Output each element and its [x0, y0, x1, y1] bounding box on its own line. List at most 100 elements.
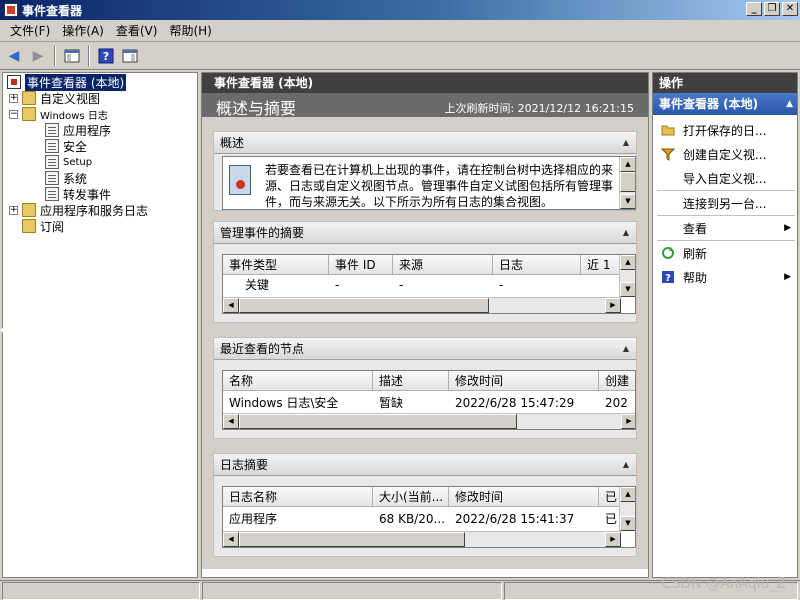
column-header[interactable]: 修改时间: [449, 487, 599, 507]
action-connect-another[interactable]: 连接到另一台...: [653, 192, 797, 214]
expand-icon[interactable]: +: [9, 205, 18, 215]
collapse-arrow-icon[interactable]: ▲: [786, 93, 793, 115]
scroll-down-icon[interactable]: ▼: [620, 194, 635, 209]
back-arrow-icon[interactable]: ◀: [4, 46, 24, 66]
table-row[interactable]: Windows 日志\安全 暂缺 2022/6/28 15:47:29 202: [223, 393, 635, 413]
column-header[interactable]: 创建: [599, 371, 635, 391]
tree-node-forwarded-events[interactable]: 转发事件: [45, 186, 111, 202]
scroll-thumb[interactable]: [239, 414, 517, 429]
menu-file[interactable]: 文件(F): [4, 22, 56, 39]
tree-node-custom-views[interactable]: + 自定义视图: [9, 90, 100, 106]
tree-node-system[interactable]: 系统: [45, 170, 87, 186]
table-row[interactable]: 应用程序 68 KB/20... 2022/6/28 15:41:37 已: [223, 509, 621, 529]
action-open-saved-log[interactable]: 打开保存的日...: [653, 119, 797, 141]
action-help[interactable]: ? 帮助 ▶: [653, 266, 797, 288]
column-header[interactable]: 近 1: [581, 255, 621, 275]
action-refresh[interactable]: 刷新: [653, 242, 797, 264]
window-controls: _ ❐ ✕: [746, 2, 798, 16]
column-header[interactable]: 日志: [493, 255, 581, 275]
scroll-right-icon[interactable]: ▶: [605, 298, 621, 313]
column-header[interactable]: 已: [599, 487, 621, 507]
restore-button[interactable]: ❐: [764, 2, 780, 16]
column-header[interactable]: 来源: [393, 255, 493, 275]
scroll-thumb[interactable]: [239, 532, 465, 547]
show-hide-tree-icon[interactable]: [62, 46, 82, 66]
tree-node-label: 订阅: [40, 219, 65, 234]
scroll-down-icon[interactable]: ▼: [620, 516, 635, 531]
scroll-thumb[interactable]: [239, 298, 489, 313]
event-log-icon: [229, 165, 251, 195]
scroll-thumb[interactable]: [620, 172, 635, 192]
minimize-button[interactable]: _: [746, 2, 762, 16]
column-header[interactable]: 大小(当前...: [373, 487, 449, 507]
center-subheader: 概述与摘要 上次刷新时间: 2021/12/12 16:21:15: [202, 93, 648, 118]
tree-node-label: 转发事件: [63, 187, 112, 202]
tree-node-label: 应用程序和服务日志: [40, 203, 149, 218]
actions-separator: [657, 240, 795, 241]
menu-help[interactable]: 帮助(H): [163, 22, 217, 39]
action-label: 刷新: [683, 246, 708, 261]
grid-header-row: 名称 描述 修改时间 创建: [223, 371, 635, 391]
vertical-scrollbar[interactable]: ▲ ▼: [619, 157, 635, 209]
horizontal-scrollbar[interactable]: ◀ ▶: [223, 297, 621, 313]
column-header[interactable]: 修改时间: [449, 371, 599, 391]
section-header[interactable]: 管理事件的摘要 ▲: [214, 222, 636, 244]
tree-node-root[interactable]: 事件查看器 (本地): [7, 73, 127, 91]
scroll-right-icon[interactable]: ▶: [621, 414, 635, 429]
action-label: 帮助: [683, 270, 708, 285]
admin-events-grid: 事件类型 事件 ID 来源 日志 近 1 关键 - - - ▲ ▼ ◀ ▶: [222, 254, 636, 314]
column-header[interactable]: 事件类型: [223, 255, 329, 275]
tree-node-subscriptions[interactable]: 订阅: [22, 218, 64, 234]
scroll-down-icon[interactable]: ▼: [620, 282, 635, 297]
table-cell: 202: [605, 396, 628, 410]
menu-bar: 文件(F) 操作(A) 查看(V) 帮助(H): [0, 20, 800, 42]
action-create-custom-view[interactable]: 创建自定义视...: [653, 143, 797, 165]
tree-node-app-services-logs[interactable]: + 应用程序和服务日志: [9, 202, 148, 218]
column-header[interactable]: 日志名称: [223, 487, 373, 507]
menu-action[interactable]: 操作(A): [56, 22, 110, 39]
close-button[interactable]: ✕: [782, 2, 798, 16]
collapse-arrow-icon[interactable]: ▲: [620, 343, 632, 355]
column-header[interactable]: 名称: [223, 371, 373, 391]
tree-node-setup[interactable]: Setup: [45, 154, 92, 170]
scroll-up-icon[interactable]: ▲: [620, 255, 635, 270]
menu-view[interactable]: 查看(V): [110, 22, 164, 39]
scroll-up-icon[interactable]: ▲: [620, 487, 635, 502]
collapse-arrow-icon[interactable]: ▲: [620, 137, 632, 149]
collapse-icon[interactable]: −: [9, 109, 18, 119]
expand-icon[interactable]: +: [9, 93, 18, 103]
collapse-arrow-icon[interactable]: ▲: [620, 459, 632, 471]
show-hide-action-pane-icon[interactable]: [120, 46, 140, 66]
scroll-left-icon[interactable]: ◀: [223, 414, 239, 429]
forward-arrow-icon[interactable]: ▶: [28, 46, 48, 66]
tree-node-windows-logs[interactable]: − Windows 日志: [9, 106, 108, 122]
action-view[interactable]: 查看 ▶: [653, 217, 797, 239]
section-header[interactable]: 概述 ▲: [214, 132, 636, 154]
scroll-left-icon[interactable]: ◀: [223, 532, 239, 547]
tree-node-application[interactable]: 应用程序: [45, 122, 111, 138]
column-header[interactable]: 事件 ID: [329, 255, 393, 275]
horizontal-scrollbar[interactable]: ◀ ▶: [223, 413, 635, 429]
toolbar-separator: [54, 45, 56, 66]
horizontal-scrollbar[interactable]: ◀ ▶: [223, 531, 621, 547]
section-header[interactable]: 日志摘要 ▲: [214, 454, 636, 476]
scroll-up-icon[interactable]: ▲: [620, 157, 635, 172]
tree-node-security[interactable]: 安全: [45, 138, 87, 154]
scroll-right-icon[interactable]: ▶: [605, 532, 621, 547]
action-label: 打开保存的日...: [683, 123, 767, 138]
section-header[interactable]: 最近查看的节点 ▲: [214, 338, 636, 360]
vertical-scrollbar[interactable]: ▲ ▼: [619, 255, 635, 297]
scroll-left-icon[interactable]: ◀: [223, 298, 239, 313]
collapse-arrow-icon[interactable]: ▲: [620, 227, 632, 239]
log-summary-section: 日志摘要 ▲ 日志名称 大小(当前... 修改时间 已 应用程序 68 KB/2…: [213, 453, 637, 557]
log-icon: [45, 155, 59, 169]
tree-node-label: Windows 日志: [40, 110, 108, 122]
refresh-icon: [661, 246, 675, 260]
table-row[interactable]: 关键 - - -: [223, 275, 621, 295]
svg-text:?: ?: [103, 50, 109, 63]
actions-group-header[interactable]: 事件查看器 (本地) ▲: [653, 93, 797, 115]
vertical-scrollbar[interactable]: ▲ ▼: [619, 487, 635, 531]
help-icon[interactable]: ?: [96, 46, 116, 66]
column-header[interactable]: 描述: [373, 371, 449, 391]
action-import-custom-view[interactable]: 导入自定义视...: [653, 167, 797, 189]
